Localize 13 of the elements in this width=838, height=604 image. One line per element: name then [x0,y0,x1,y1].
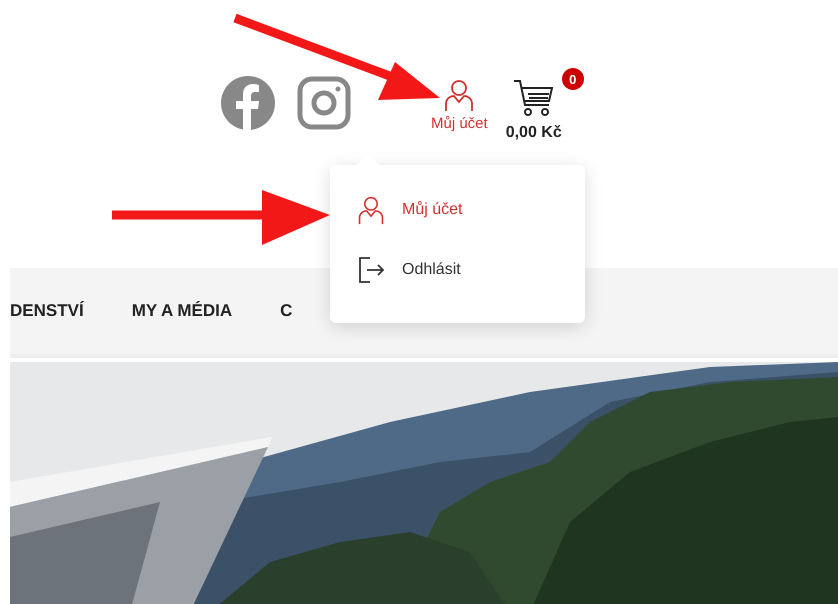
person-icon [356,195,386,225]
menu-item[interactable]: Můj účet [356,195,585,225]
cart-button[interactable]: 0,00 Kč [506,76,562,142]
menu-item[interactable]: Odhlásit [356,255,585,285]
nav-link[interactable]: C [280,301,292,321]
nav-link[interactable]: MY A MÉDIA [132,301,232,321]
nav-link[interactable]: DENSTVÍ [10,301,84,321]
account-link[interactable]: Můj účet [431,76,488,132]
cart-icon [512,78,556,118]
instagram-icon[interactable] [297,76,351,130]
logout-icon [356,255,386,285]
cart-count-badge: 0 [562,68,584,90]
facebook-icon[interactable] [221,76,275,130]
